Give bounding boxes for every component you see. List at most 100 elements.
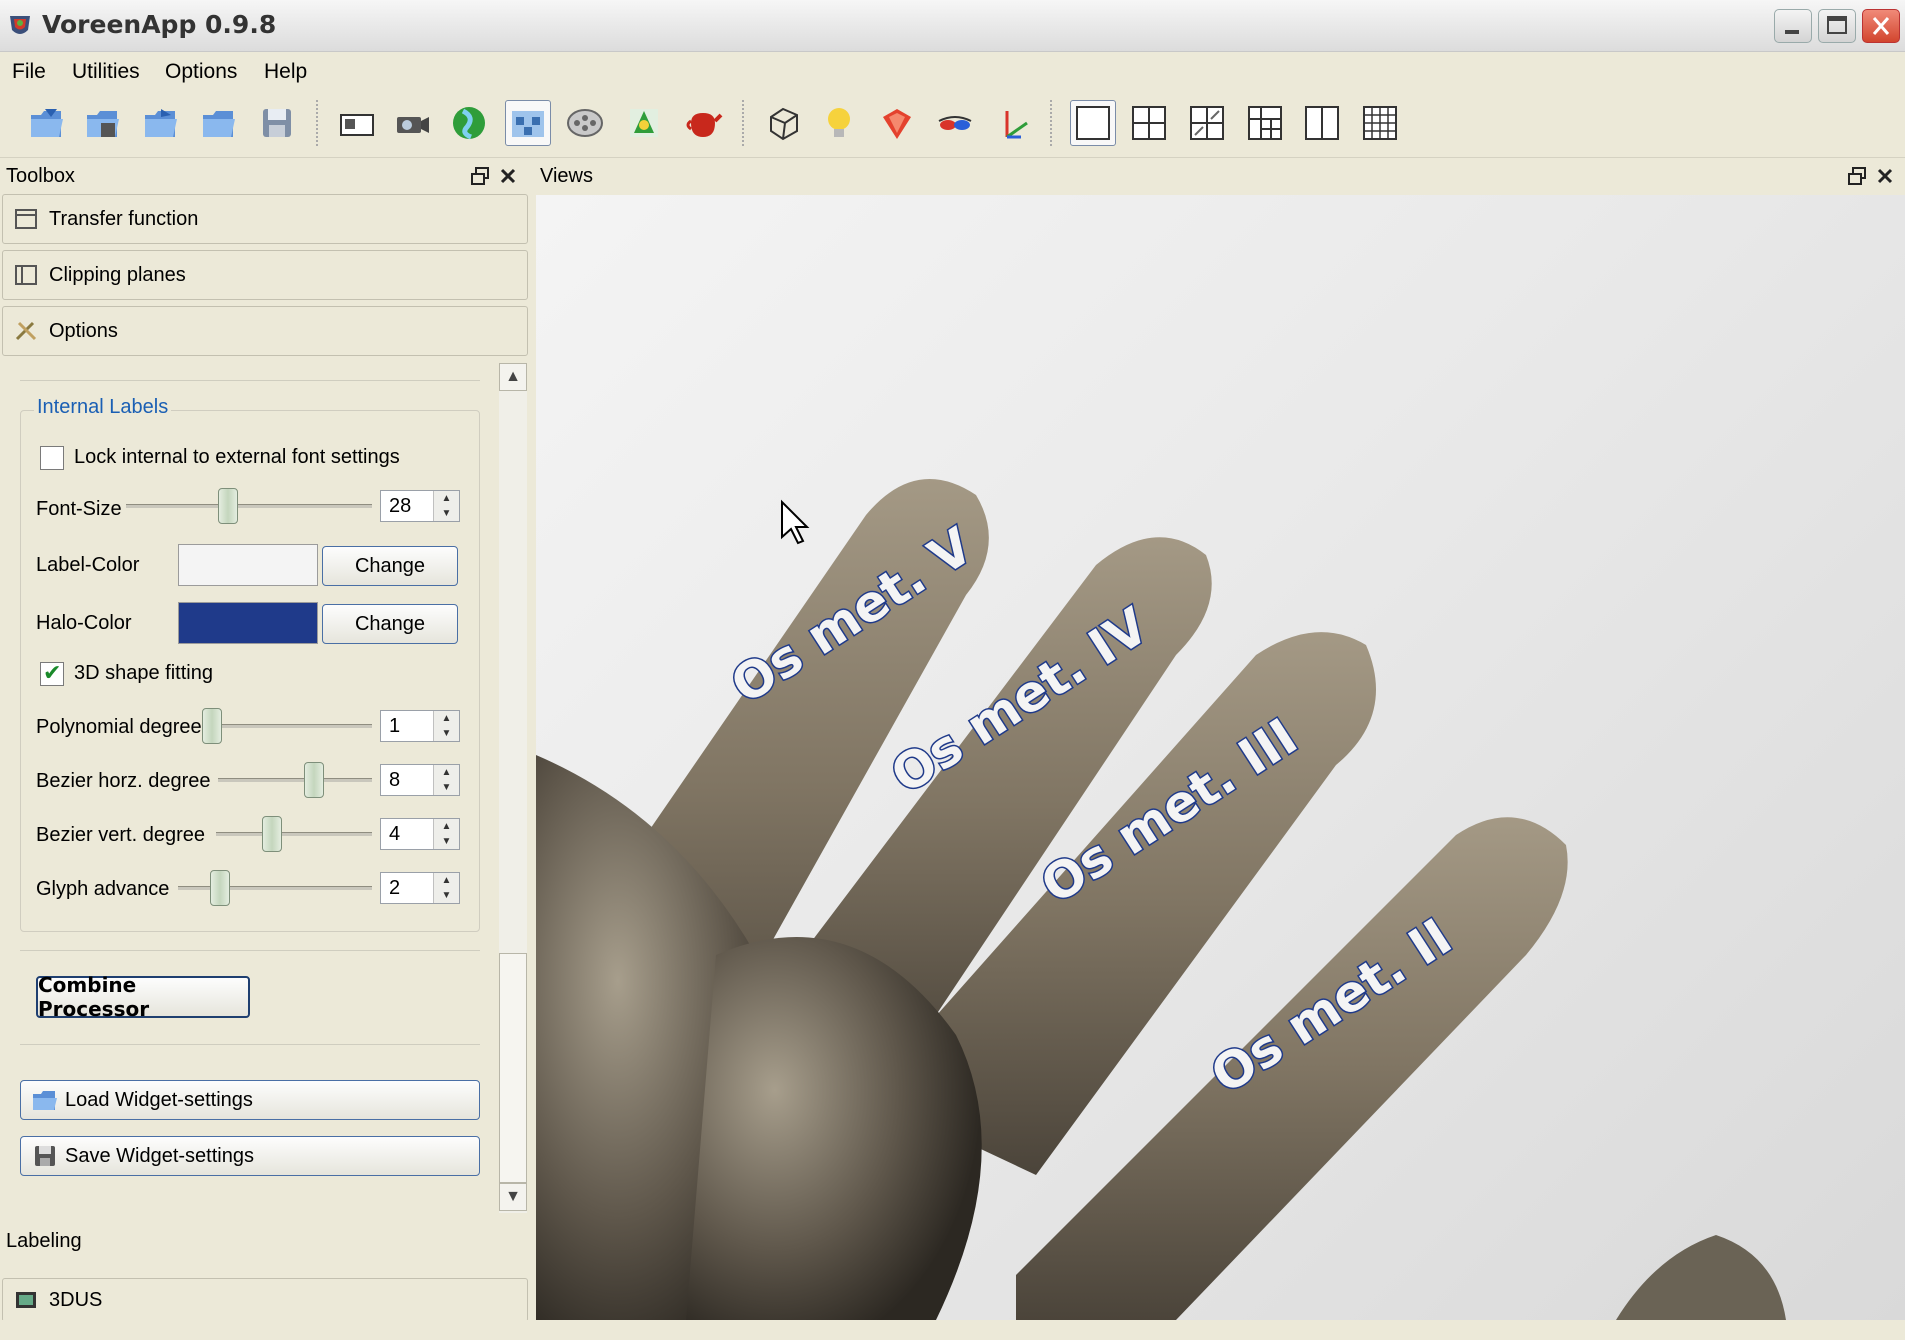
close-icon	[1872, 17, 1890, 35]
halo-color-swatch	[178, 602, 318, 644]
scroll-down-icon[interactable]: ▼	[499, 1183, 527, 1211]
glyph-advance-slider[interactable]	[210, 870, 230, 906]
menu-bar: File Utilities Options Help	[0, 52, 1905, 90]
section-transfer-function[interactable]: Transfer function	[2, 194, 528, 244]
font-size-label: Font-Size	[36, 498, 122, 520]
clipping-planes-icon	[15, 265, 37, 285]
options-tools-icon	[15, 321, 37, 341]
network-icon[interactable]	[505, 100, 551, 146]
open-volume-icon[interactable]	[24, 100, 70, 146]
menu-help[interactable]: Help	[264, 60, 307, 84]
bezier-vert-slider[interactable]	[262, 816, 282, 852]
bezier-horz-slider-track	[218, 778, 372, 782]
bezier-horz-spinbox[interactable]: 8 ▲ ▼	[380, 764, 460, 796]
font-size-spinbox[interactable]: 28 ▲ ▼	[380, 490, 460, 522]
polynomial-degree-spinbox[interactable]: 1 ▲ ▼	[380, 710, 460, 742]
spin-down-icon[interactable]: ▼	[434, 888, 459, 903]
label-color-label: Label-Color	[36, 554, 140, 576]
shape-fitting-checkbox[interactable]	[40, 660, 64, 686]
light-bulb-icon[interactable]	[816, 100, 862, 146]
close-toolbox-icon[interactable]	[498, 166, 518, 186]
load-widget-settings-button[interactable]: Load Widget-settings	[20, 1080, 480, 1120]
bezier-horz-label: Bezier horz. degree	[36, 770, 211, 792]
bounding-box-icon[interactable]	[760, 100, 806, 146]
halo-color-label: Halo-Color	[36, 612, 132, 634]
polynomial-degree-slider[interactable]	[202, 708, 222, 744]
combine-processor-button[interactable]: Combine Processor	[36, 973, 250, 1021]
open-dicom-icon[interactable]	[80, 100, 126, 146]
spin-down-icon[interactable]: ▼	[434, 834, 459, 849]
hand-bones-render: Os met. V Os met. IV Os met. III Os met.…	[536, 479, 1786, 1320]
options-scrollbar[interactable]: ▲ ▼	[499, 363, 527, 1213]
save-widget-settings-button[interactable]: Save Widget-settings	[20, 1136, 480, 1176]
shape-fitting-label: 3D shape fitting	[74, 662, 213, 684]
font-size-slider-track	[126, 504, 372, 508]
save-disk-icon	[35, 1146, 55, 1166]
snapshot-icon[interactable]	[334, 100, 380, 146]
label-color-change-button[interactable]: Change	[322, 546, 458, 586]
spin-up-icon[interactable]: ▲	[434, 491, 459, 506]
labeling-section-label[interactable]: Labeling	[6, 1230, 82, 1253]
bezier-horz-slider[interactable]	[304, 762, 324, 798]
shader-icon[interactable]	[621, 100, 667, 146]
layout-split-icon[interactable]	[1299, 100, 1345, 146]
window-title: VoreenApp 0.9.8	[42, 10, 277, 39]
glyph-advance-slider-track	[178, 886, 372, 890]
layout-3d-quad-icon[interactable]	[1184, 100, 1230, 146]
minimize-button[interactable]	[1774, 9, 1812, 43]
layout-grid-icon[interactable]	[1242, 100, 1288, 146]
spin-down-icon[interactable]: ▼	[434, 506, 459, 521]
close-window-button[interactable]	[1862, 9, 1900, 43]
section-3dus[interactable]: 3DUS	[2, 1278, 528, 1322]
lock-font-label: Lock internal to external font settings	[74, 446, 400, 468]
open-workspace-icon[interactable]	[138, 100, 184, 146]
load-folder-icon	[33, 1091, 57, 1110]
spin-down-icon[interactable]: ▼	[434, 780, 459, 795]
spin-down-icon[interactable]: ▼	[434, 726, 459, 741]
menu-utilities[interactable]: Utilities	[72, 60, 140, 84]
teapot-icon[interactable]	[680, 100, 726, 146]
status-strip	[0, 1320, 1905, 1340]
scrollbar-thumb[interactable]	[499, 953, 527, 1183]
font-size-slider[interactable]	[218, 488, 238, 524]
film-icon[interactable]	[562, 100, 608, 146]
section-clipping-planes[interactable]: Clipping planes	[2, 250, 528, 300]
views-title: Views	[540, 165, 593, 187]
close-views-icon[interactable]	[1875, 166, 1895, 186]
axes-icon[interactable]	[990, 100, 1036, 146]
spin-up-icon[interactable]: ▲	[434, 765, 459, 780]
3d-render-canvas[interactable]: Os met. V Os met. IV Os met. III Os met.…	[536, 195, 1905, 1320]
main-toolbar	[0, 90, 1905, 158]
menu-options[interactable]: Options	[165, 60, 237, 84]
menu-file[interactable]: File	[12, 60, 46, 84]
save-icon[interactable]	[254, 100, 300, 146]
undock-views-icon[interactable]	[1847, 166, 1867, 186]
halo-color-change-button[interactable]: Change	[322, 604, 458, 644]
spin-up-icon[interactable]: ▲	[434, 819, 459, 834]
globe-icon[interactable]	[446, 100, 492, 146]
camera-icon[interactable]	[390, 100, 436, 146]
bezier-vert-slider-track	[216, 832, 372, 836]
spin-up-icon[interactable]: ▲	[434, 873, 459, 888]
layout-single-icon[interactable]	[1070, 100, 1116, 146]
lock-font-checkbox[interactable]	[40, 446, 64, 470]
mouse-cursor-icon	[781, 499, 810, 545]
polynomial-slider-track	[202, 724, 372, 728]
glyph-advance-spinbox[interactable]: 2 ▲ ▼	[380, 872, 460, 904]
options-scroll-area: Internal Labels Lock internal to externa…	[2, 358, 528, 1216]
layout-2x2-icon[interactable]	[1126, 100, 1172, 146]
maximize-button[interactable]	[1818, 9, 1856, 43]
bezier-vert-label: Bezier vert. degree	[36, 824, 205, 846]
open-file-icon[interactable]	[196, 100, 242, 146]
stereo-glasses-icon[interactable]	[932, 100, 978, 146]
section-options[interactable]: Options	[2, 306, 528, 356]
scroll-up-icon[interactable]: ▲	[499, 363, 527, 391]
spin-up-icon[interactable]: ▲	[434, 711, 459, 726]
material-gem-icon[interactable]	[874, 100, 920, 146]
bezier-vert-spinbox[interactable]: 4 ▲ ▼	[380, 818, 460, 850]
toolbox-title: Toolbox	[6, 165, 75, 187]
layout-many-icon[interactable]	[1357, 100, 1403, 146]
undock-icon[interactable]	[470, 166, 490, 186]
toolbox-panel: Toolbox Transfer function Clipping plane…	[0, 160, 530, 1322]
3dus-icon	[16, 1292, 36, 1308]
